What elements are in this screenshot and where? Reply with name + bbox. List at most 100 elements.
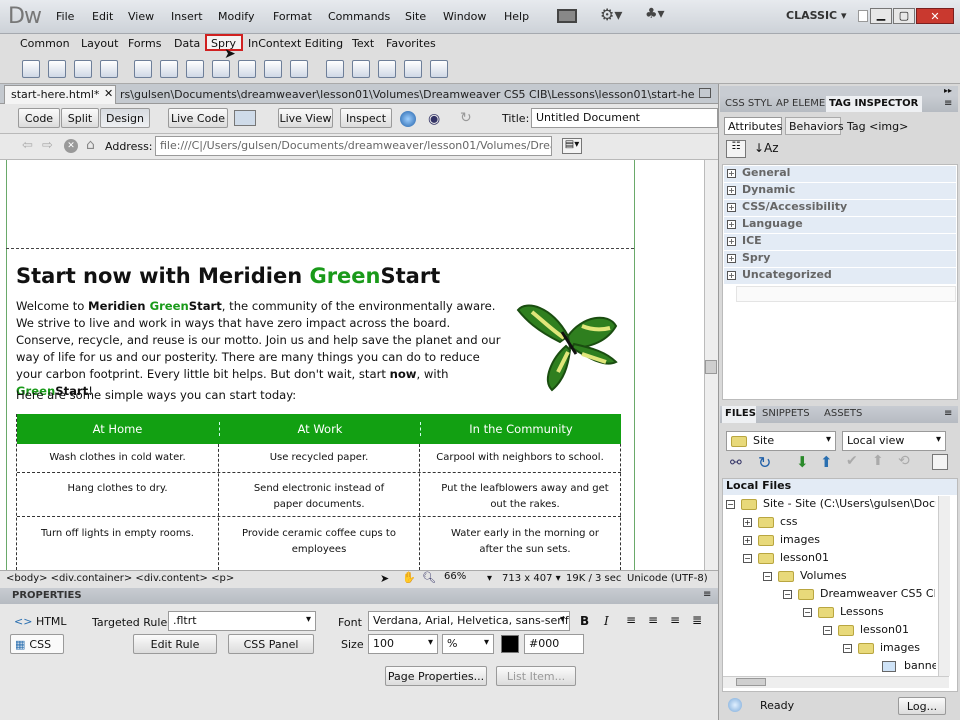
menu-item-file[interactable]: File — [56, 10, 74, 23]
category-dynamic[interactable]: + Dynamic — [724, 183, 956, 200]
menu-item-view[interactable]: View — [128, 10, 154, 23]
connect-icon[interactable]: ⚯ — [730, 455, 742, 471]
code-view-button[interactable]: Code — [18, 108, 60, 128]
behaviors-tab[interactable]: Behaviors — [785, 117, 844, 135]
tree-row-images-inner[interactable]: − images — [843, 641, 920, 654]
insert-tab-layout[interactable]: Layout — [81, 37, 118, 50]
collapse-strip[interactable]: ▸▸ — [720, 86, 958, 96]
edit-rule-button[interactable]: Edit Rule — [133, 634, 217, 654]
text-color-input[interactable]: #000 — [524, 634, 584, 654]
insert-tab-data[interactable]: Data — [174, 37, 200, 50]
forward-icon[interactable]: ⇨ — [42, 138, 53, 153]
sync-icon[interactable]: ⟲ — [898, 453, 910, 469]
spry-menu-bar-icon[interactable] — [326, 60, 344, 78]
spry-validation-password-icon[interactable] — [238, 60, 256, 78]
panel-menu-icon[interactable]: ≡ — [944, 408, 952, 419]
search-field[interactable] — [858, 10, 868, 22]
insert-tab-incontext[interactable]: InContext Editing — [248, 37, 343, 50]
zoom-select[interactable]: 66% — [440, 571, 496, 587]
attributes-tab[interactable]: Attributes — [724, 117, 782, 135]
tab-css-styles[interactable]: CSS STYL — [725, 98, 772, 109]
bold-icon[interactable]: B — [580, 614, 589, 628]
browser-options-icon[interactable]: ▤▾ — [562, 138, 582, 154]
back-icon[interactable]: ⇦ — [22, 138, 33, 153]
size-unit-select[interactable]: % — [442, 634, 494, 654]
spry-validation-textarea-icon[interactable] — [212, 60, 230, 78]
spry-validation-select-icon[interactable] — [160, 60, 178, 78]
targeted-rule-select[interactable]: .fltrt — [168, 611, 316, 631]
spry-validation-radio-icon[interactable] — [290, 60, 308, 78]
select-tool-icon[interactable]: ➤ — [380, 572, 389, 585]
menu-item-window[interactable]: Window — [443, 10, 486, 23]
refresh-icon[interactable]: ↻ — [460, 110, 472, 126]
attribute-edit-row[interactable] — [736, 286, 956, 302]
close-document-icon[interactable]: ✕ — [104, 87, 113, 100]
insert-tab-common[interactable]: Common — [20, 37, 70, 50]
hscroll-thumb[interactable] — [736, 678, 766, 686]
file-tree-vscrollbar[interactable] — [938, 496, 950, 676]
maximize-button[interactable]: ▢ — [893, 8, 915, 24]
category-uncategorized[interactable]: + Uncategorized — [724, 268, 956, 285]
zoom-tool-icon[interactable]: 🔍︎ — [422, 571, 436, 584]
tree-row-lessons[interactable]: − Lessons — [803, 605, 884, 618]
category-css-accessibility[interactable]: + CSS/Accessibility — [724, 200, 956, 217]
check-in-icon[interactable]: ⬆ — [872, 453, 884, 469]
insert-tab-favorites[interactable]: Favorites — [386, 37, 436, 50]
tab-assets[interactable]: ASSETS — [824, 408, 862, 419]
alpha-sort-icon[interactable]: ↓Az — [754, 141, 779, 155]
align-center-icon[interactable]: ≡ — [648, 613, 658, 627]
stop-icon[interactable]: ✕ — [64, 139, 78, 153]
design-view-button[interactable]: Design — [100, 108, 150, 128]
check-out-icon[interactable]: ✔ — [846, 453, 858, 469]
refresh-icon[interactable]: ↻ — [758, 453, 771, 472]
design-canvas[interactable]: Start now with Meridien GreenStart Welco… — [0, 160, 704, 570]
justify-icon[interactable]: ≣ — [692, 613, 702, 627]
layout-icon[interactable] — [557, 9, 577, 23]
restore-document-icon[interactable] — [699, 88, 711, 98]
tree-row-volumes[interactable]: − Volumes — [763, 569, 847, 582]
size-select[interactable]: 100 — [368, 634, 438, 654]
hand-tool-icon[interactable]: ✋ — [402, 571, 416, 584]
menu-item-edit[interactable]: Edit — [92, 10, 113, 23]
visual-aids-eye-icon[interactable]: ◉ — [428, 111, 440, 127]
document-tab[interactable]: start-here.html* — [4, 85, 116, 104]
address-input[interactable]: file:///C|/Users/gulsen/Documents/dreamw… — [155, 136, 552, 156]
live-code-button[interactable]: Live Code — [168, 108, 228, 128]
align-left-icon[interactable]: ≡ — [626, 613, 636, 627]
workspace-switcher[interactable]: CLASSIC ▾ — [786, 9, 846, 22]
tab-tag-inspector[interactable]: TAG INSPECTOR — [826, 96, 922, 112]
gear-icon[interactable]: ⚙▾ — [600, 5, 622, 24]
list-item-button[interactable]: List Item... — [496, 666, 576, 686]
spry-repeat-icon[interactable] — [74, 60, 92, 78]
category-view-icon[interactable]: ☷ — [726, 140, 746, 158]
spry-tooltip-icon[interactable] — [430, 60, 448, 78]
home-icon[interactable]: ⌂ — [86, 137, 95, 153]
menu-item-format[interactable]: Format — [273, 10, 312, 23]
spry-data-set-icon[interactable] — [22, 60, 40, 78]
tab-files[interactable]: FILES — [722, 406, 756, 423]
check-browser-icon[interactable] — [234, 110, 256, 126]
minimize-button[interactable]: ▁ — [870, 8, 892, 24]
spry-validation-confirm-icon[interactable] — [264, 60, 282, 78]
put-files-icon[interactable]: ⬆ — [820, 453, 833, 471]
spry-collapsible-panel-icon[interactable] — [404, 60, 422, 78]
category-spry[interactable]: + Spry — [724, 251, 956, 268]
insert-tab-text[interactable]: Text — [352, 37, 374, 50]
tab-ap-elements[interactable]: AP ELEME — [776, 98, 825, 109]
css-panel-button[interactable]: CSS Panel — [228, 634, 314, 654]
preview-globe-icon[interactable] — [400, 111, 416, 127]
tree-row-site[interactable]: − Site - Site (C:\Users\gulsen\Docum — [726, 497, 936, 510]
category-general[interactable]: + General — [724, 166, 956, 183]
category-language[interactable]: + Language — [724, 217, 956, 234]
get-files-icon[interactable]: ⬇ — [796, 453, 809, 471]
tree-row-dreamweaver[interactable]: − Dreamweaver CS5 CIB — [783, 587, 935, 600]
spry-validation-checkbox-icon[interactable] — [186, 60, 204, 78]
tips-table[interactable]: At Home At Work In the Community Wash cl… — [16, 414, 621, 570]
site-select[interactable]: Site — [726, 431, 836, 451]
expand-panel-icon[interactable] — [932, 454, 948, 470]
menu-item-commands[interactable]: Commands — [328, 10, 390, 23]
tag-selector[interactable]: <body> <div.container> <div.content> <p> — [6, 573, 234, 584]
live-view-button[interactable]: Live View — [278, 108, 333, 128]
insert-tab-forms[interactable]: Forms — [128, 37, 161, 50]
view-select[interactable]: Local view — [842, 431, 946, 451]
